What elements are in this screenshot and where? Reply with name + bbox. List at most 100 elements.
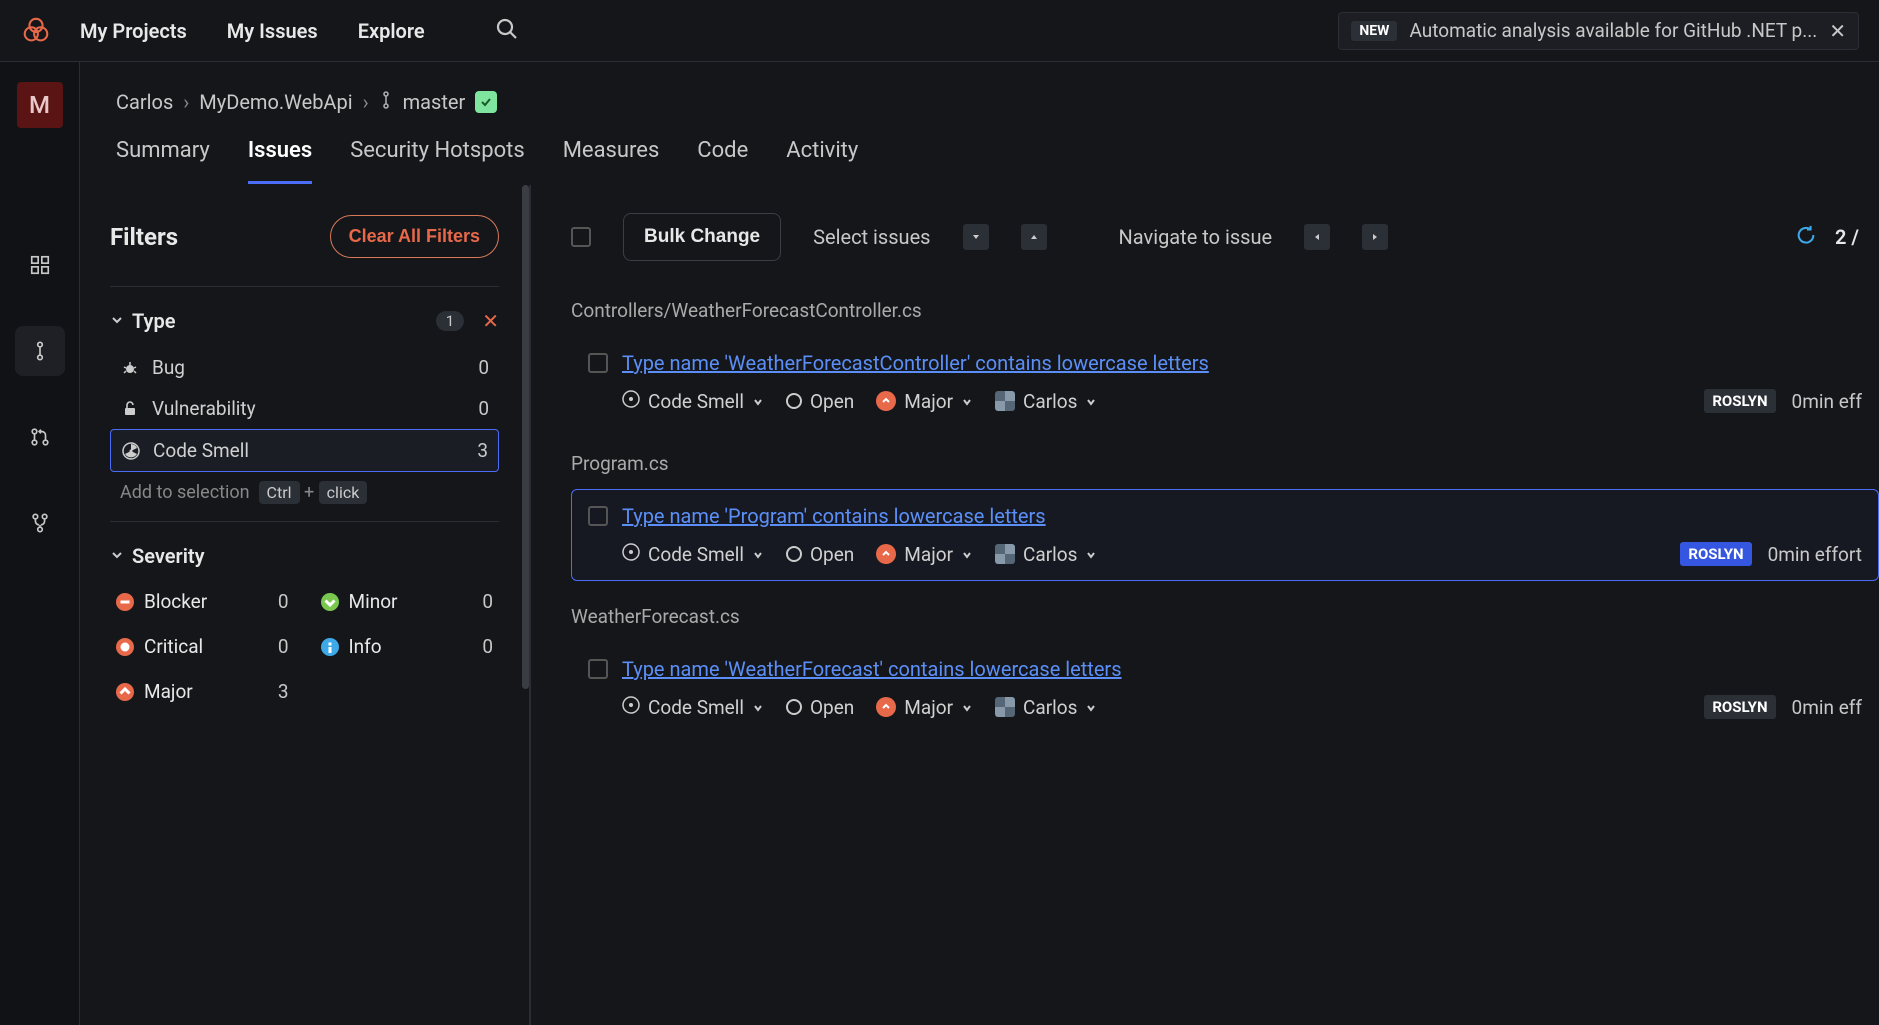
refresh-icon[interactable]: [1795, 224, 1817, 250]
select-down-button[interactable]: [963, 224, 989, 250]
chevron-down-icon: [752, 390, 764, 413]
tab-summary[interactable]: Summary: [116, 138, 210, 184]
clear-all-filters-button[interactable]: Clear All Filters: [330, 215, 499, 258]
filter-row-label: Vulnerability: [152, 397, 256, 420]
issue-severity-dropdown[interactable]: Major: [876, 696, 973, 719]
filter-row-label: Code Smell: [153, 439, 249, 462]
issue-checkbox[interactable]: [588, 506, 608, 526]
engine-tag: ROSLYN: [1704, 389, 1775, 413]
severity-minor[interactable]: Minor 0: [315, 582, 500, 621]
select-up-button[interactable]: [1021, 224, 1047, 250]
issue-assignee-dropdown[interactable]: Carlos: [995, 696, 1097, 719]
file-path[interactable]: Controllers/WeatherForecastController.cs: [571, 285, 1879, 336]
bulk-change-button[interactable]: Bulk Change: [623, 213, 781, 261]
major-icon: [876, 391, 896, 411]
sidebar-dashboard-icon[interactable]: [15, 240, 65, 290]
issue-severity-dropdown[interactable]: Major: [876, 543, 973, 566]
filter-row-count: 3: [477, 439, 488, 462]
breadcrumb-branch[interactable]: master: [403, 90, 466, 114]
breadcrumb-owner[interactable]: Carlos: [116, 90, 173, 114]
nav-my-issues[interactable]: My Issues: [227, 19, 318, 43]
issue-status-dropdown[interactable]: Open: [786, 390, 854, 413]
topbar: My Projects My Issues Explore NEW Automa…: [0, 0, 1879, 62]
chevron-down-icon: [1085, 543, 1097, 566]
issue-type-dropdown[interactable]: Code Smell: [622, 696, 764, 719]
avatar-icon: [995, 391, 1015, 411]
major-icon: [876, 544, 896, 564]
severity-major[interactable]: Major 3: [110, 672, 295, 711]
filter-type-header[interactable]: Type 1 ✕: [110, 309, 499, 333]
tab-measures[interactable]: Measures: [563, 138, 660, 184]
open-status-icon: [786, 546, 802, 562]
issue-checkbox[interactable]: [588, 353, 608, 373]
chevron-down-icon: [110, 547, 124, 566]
severity-blocker[interactable]: Blocker 0: [110, 582, 295, 621]
major-icon: [116, 683, 134, 701]
chevron-down-icon: [961, 543, 973, 566]
file-path[interactable]: WeatherForecast.cs: [571, 591, 1879, 642]
issue-severity-dropdown[interactable]: Major: [876, 390, 973, 413]
filter-row-count: 0: [478, 356, 489, 379]
radiation-icon: [622, 390, 640, 413]
issues-panel: Bulk Change Select issues Navigate to is…: [530, 185, 1879, 1025]
lock-open-icon: [120, 399, 140, 419]
effort-label: 0min eff: [1792, 696, 1862, 719]
issue-title-link[interactable]: Type name 'WeatherForecast' contains low…: [622, 657, 1122, 681]
chevron-down-icon: [752, 543, 764, 566]
issue-type-dropdown[interactable]: Code Smell: [622, 390, 764, 413]
tab-hotspots[interactable]: Security Hotspots: [350, 138, 525, 184]
sidebar-fork-icon[interactable]: [15, 498, 65, 548]
navigate-prev-button[interactable]: [1304, 224, 1330, 250]
file-path[interactable]: Program.cs: [571, 438, 1879, 489]
issue-card[interactable]: Type name 'WeatherForecast' contains low…: [571, 642, 1879, 734]
breadcrumb-project[interactable]: MyDemo.WebApi: [199, 90, 352, 114]
major-icon: [876, 697, 896, 717]
sidebar-pullrequest-icon[interactable]: [15, 412, 65, 462]
filter-code-smell[interactable]: Code Smell 3: [110, 429, 499, 472]
branch-icon: [379, 90, 393, 114]
filter-type-clear-icon[interactable]: ✕: [482, 309, 499, 333]
severity-critical[interactable]: Critical 0: [110, 627, 295, 666]
tab-activity[interactable]: Activity: [786, 138, 858, 184]
news-banner[interactable]: NEW Automatic analysis available for Git…: [1338, 12, 1859, 50]
filter-vulnerability[interactable]: Vulnerability 0: [110, 388, 499, 429]
navigate-next-button[interactable]: [1362, 224, 1388, 250]
effort-label: 0min effort: [1768, 543, 1862, 566]
engine-tag: ROSLYN: [1680, 542, 1751, 566]
left-sidebar: M: [0, 62, 80, 1025]
filter-severity-header[interactable]: Severity: [110, 544, 499, 568]
tab-issues[interactable]: Issues: [248, 138, 312, 184]
radiation-icon: [622, 543, 640, 566]
select-all-checkbox[interactable]: [571, 227, 591, 247]
chevron-down-icon: [1085, 390, 1097, 413]
tab-code[interactable]: Code: [697, 138, 748, 184]
issue-card[interactable]: Type name 'WeatherForecastController' co…: [571, 336, 1879, 428]
nav-my-projects[interactable]: My Projects: [80, 19, 187, 43]
issue-status-dropdown[interactable]: Open: [786, 543, 854, 566]
issue-checkbox[interactable]: [588, 659, 608, 679]
info-icon: [321, 638, 339, 656]
issue-card[interactable]: Type name 'Program' contains lowercase l…: [571, 489, 1879, 581]
issue-assignee-dropdown[interactable]: Carlos: [995, 543, 1097, 566]
issue-title-link[interactable]: Type name 'Program' contains lowercase l…: [622, 504, 1046, 528]
close-icon[interactable]: ✕: [1829, 19, 1846, 43]
kbd-click: click: [319, 481, 368, 504]
logo-icon[interactable]: [20, 15, 52, 47]
severity-info[interactable]: Info 0: [315, 627, 500, 666]
issue-type-dropdown[interactable]: Code Smell: [622, 543, 764, 566]
filter-row-count: 0: [478, 397, 489, 420]
filter-type-label: Type: [132, 309, 175, 333]
new-badge: NEW: [1351, 21, 1397, 41]
search-button[interactable]: [495, 17, 519, 45]
issue-status-dropdown[interactable]: Open: [786, 696, 854, 719]
radiation-icon: [622, 696, 640, 719]
chevron-down-icon: [961, 696, 973, 719]
project-avatar[interactable]: M: [17, 82, 63, 128]
issue-title-link[interactable]: Type name 'WeatherForecastController' co…: [622, 351, 1209, 375]
chevron-down-icon: [961, 390, 973, 413]
sidebar-branch-icon[interactable]: [15, 326, 65, 376]
nav-explore[interactable]: Explore: [358, 19, 425, 43]
filter-bug[interactable]: Bug 0: [110, 347, 499, 388]
chevron-down-icon: [110, 312, 124, 331]
issue-assignee-dropdown[interactable]: Carlos: [995, 390, 1097, 413]
